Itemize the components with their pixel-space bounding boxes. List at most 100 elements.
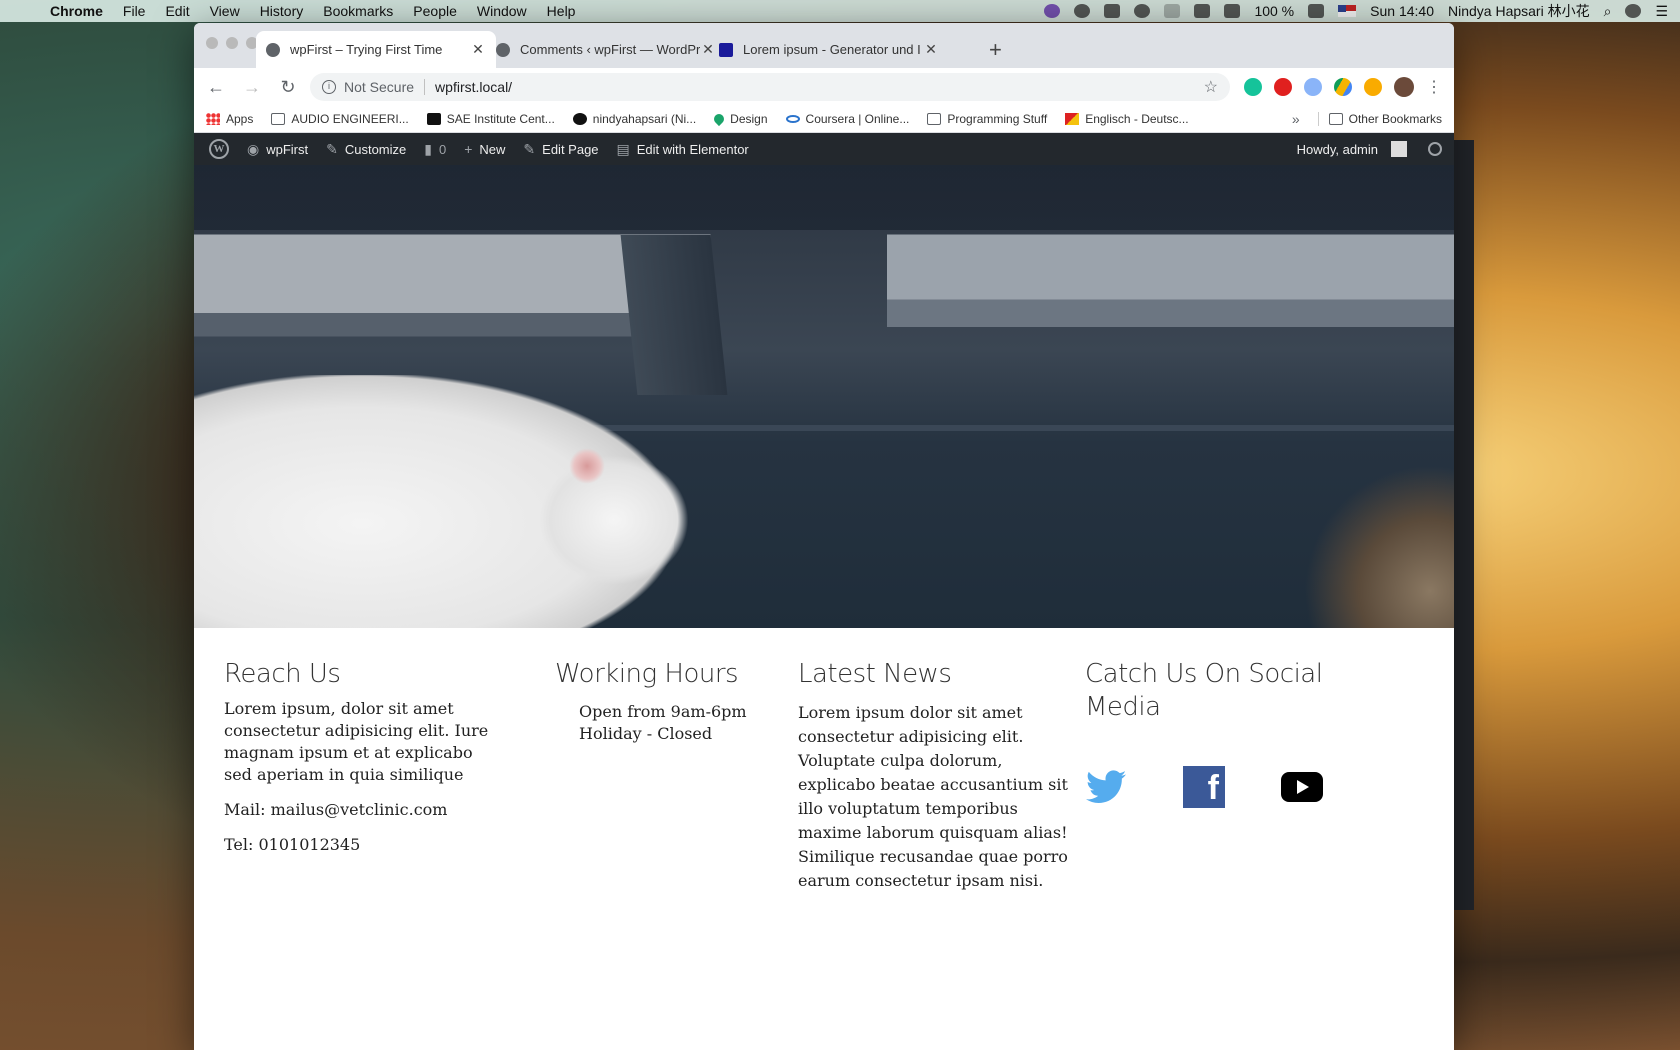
twitter-icon[interactable] (1085, 766, 1127, 808)
folder-icon (927, 113, 942, 125)
folder-icon (1328, 113, 1343, 125)
menu-help[interactable]: Help (537, 3, 586, 19)
grammarly-icon[interactable] (1244, 78, 1262, 96)
bookmark-sae[interactable]: SAE Institute Cent... (426, 112, 555, 126)
drop-icon (712, 111, 727, 127)
extension-icon[interactable] (1304, 78, 1322, 96)
bookmark-audio-engineering[interactable]: AUDIO ENGINEERI... (271, 112, 409, 126)
wp-site-name: wpFirst (266, 141, 309, 157)
wp-site-menu[interactable]: ◉ wpFirst (238, 133, 317, 165)
close-tab-icon[interactable]: ✕ (470, 41, 486, 58)
close-tab-icon[interactable]: ✕ (923, 41, 939, 58)
dropbox-icon[interactable] (1104, 4, 1121, 18)
wp-comments[interactable]: ▮ 0 (415, 133, 455, 165)
hours-line: Holiday - Closed (579, 724, 713, 743)
social-links: f (1085, 766, 1375, 808)
bookmark-design[interactable]: Design (712, 111, 768, 127)
adblock-icon[interactable] (1274, 78, 1292, 96)
bookmark-englisch[interactable]: Englisch - Deutsc... (1065, 112, 1189, 126)
address-bar[interactable]: i Not Secure wpfirst.local/ ☆ (310, 73, 1230, 101)
close-window-button[interactable] (206, 37, 218, 49)
tab-title: wpFirst – Trying First Time (290, 42, 443, 57)
globe-icon (266, 42, 280, 57)
wp-account-menu[interactable]: Howdy, admin (1288, 133, 1416, 165)
menu-file[interactable]: File (113, 3, 156, 19)
browser-window: wpFirst – Trying First Time ✕ Comments ‹… (194, 23, 1454, 1050)
google-drive-icon[interactable] (1334, 78, 1352, 96)
wp-edit-page[interactable]: ✎ Edit Page (514, 133, 607, 165)
menubar-user[interactable]: Nindya Hapsari 林小花 (1448, 1, 1590, 21)
tor-icon[interactable] (1044, 4, 1061, 18)
bookmark-programming[interactable]: Programming Stuff (927, 112, 1047, 126)
bookmark-star-icon[interactable]: ☆ (1204, 77, 1218, 97)
battery-percent[interactable]: 100 % (1254, 3, 1294, 19)
bluetooth-icon[interactable] (1164, 4, 1181, 18)
contact-tel: Tel: 0101012345 (224, 835, 361, 854)
tab-wpfirst[interactable]: wpFirst – Trying First Time ✕ (256, 31, 496, 68)
volume-icon[interactable] (1224, 4, 1241, 18)
profile-avatar[interactable] (1394, 77, 1414, 97)
widget-latest-news: Latest News Lorem ipsum dolor sit amet c… (798, 658, 1068, 893)
wp-customize[interactable]: ✎ Customize (317, 133, 415, 165)
wp-new-label: New (479, 141, 506, 157)
tab-comments[interactable]: Comments ‹ wpFirst — WordPr ✕ (486, 31, 726, 68)
widget-title: Latest News (798, 659, 952, 689)
tab-title: Lorem ipsum - Generator und I (743, 42, 921, 57)
wp-admin-bar: W ◉ wpFirst ✎ Customize ▮ 0 + New ✎ Edit Page… (194, 133, 1454, 165)
widget-social-media: Catch Us On Social Media f (1085, 658, 1375, 808)
bookmark-github[interactable]: nindyahapsari (Ni... (572, 112, 696, 126)
youtube-icon[interactable] (1281, 766, 1323, 808)
siri-icon[interactable] (1625, 4, 1642, 18)
bookmark-coursera[interactable]: Coursera | Online... (785, 112, 909, 126)
menu-app-chrome[interactable]: Chrome (40, 3, 113, 19)
notification-center-icon[interactable]: ☰ (1655, 3, 1668, 20)
wp-comments-count: 0 (438, 141, 447, 157)
avatar (1391, 141, 1407, 157)
info-icon[interactable]: i (322, 80, 336, 94)
search-icon[interactable] (1428, 142, 1442, 156)
wp-customize-label: Customize (344, 141, 407, 157)
menubar-clock[interactable]: Sun 14:40 (1370, 3, 1434, 19)
menu-view[interactable]: View (200, 3, 250, 19)
wp-new[interactable]: + New (455, 133, 514, 165)
back-icon[interactable]: ← (202, 73, 230, 101)
menu-bookmarks[interactable]: Bookmarks (313, 3, 403, 19)
lipsum-favicon-icon (719, 42, 733, 57)
wp-howdy: Howdy, admin (1296, 141, 1378, 157)
coursera-icon (785, 115, 800, 123)
menu-people[interactable]: People (403, 3, 467, 19)
menu-history[interactable]: History (250, 3, 314, 19)
other-bookmarks[interactable]: Other Bookmarks (1317, 112, 1442, 126)
reload-icon[interactable]: ↻ (274, 73, 302, 101)
chrome-menu-icon[interactable]: ⋮ (1426, 77, 1442, 97)
plus-icon: + (464, 141, 473, 157)
bookmark-apps[interactable]: Apps (206, 112, 253, 126)
widget-title: Catch Us On Social Media (1085, 659, 1323, 722)
folder-icon (271, 113, 286, 125)
facebook-icon[interactable]: f (1183, 766, 1225, 808)
tabby-cat-shape (1304, 465, 1454, 628)
spotlight-icon[interactable]: ⌕ (1604, 3, 1612, 20)
menu-window[interactable]: Window (467, 3, 537, 19)
menu-edit[interactable]: Edit (155, 3, 199, 19)
wp-edit-elementor[interactable]: ▤ Edit with Elementor (608, 133, 758, 165)
url-text[interactable]: wpfirst.local/ (435, 79, 512, 95)
minimize-window-button[interactable] (226, 37, 238, 49)
creative-cloud-icon[interactable] (1074, 4, 1091, 18)
battery-icon[interactable] (1308, 4, 1325, 18)
input-source-flag-icon[interactable] (1338, 5, 1357, 17)
brush-icon: ✎ (326, 140, 338, 157)
extension-icon[interactable] (1364, 78, 1382, 96)
tab-lorem-ipsum[interactable]: Lorem ipsum - Generator und I ✕ (709, 31, 949, 68)
extensions: ⋮ (1238, 77, 1446, 97)
security-status[interactable]: Not Secure (344, 79, 426, 95)
wifi-icon[interactable] (1194, 4, 1211, 18)
window-frame-shape (620, 235, 728, 395)
forward-icon[interactable]: → (238, 73, 266, 101)
time-machine-icon[interactable] (1134, 4, 1151, 18)
bookmarks-overflow-button[interactable]: » (1292, 111, 1300, 127)
wordpress-icon: W (209, 139, 229, 159)
widget-text: Lorem ipsum dolor sit amet consectetur a… (798, 703, 1068, 890)
wp-logo-menu[interactable]: W (200, 133, 238, 165)
new-tab-icon[interactable]: + (989, 37, 1002, 63)
